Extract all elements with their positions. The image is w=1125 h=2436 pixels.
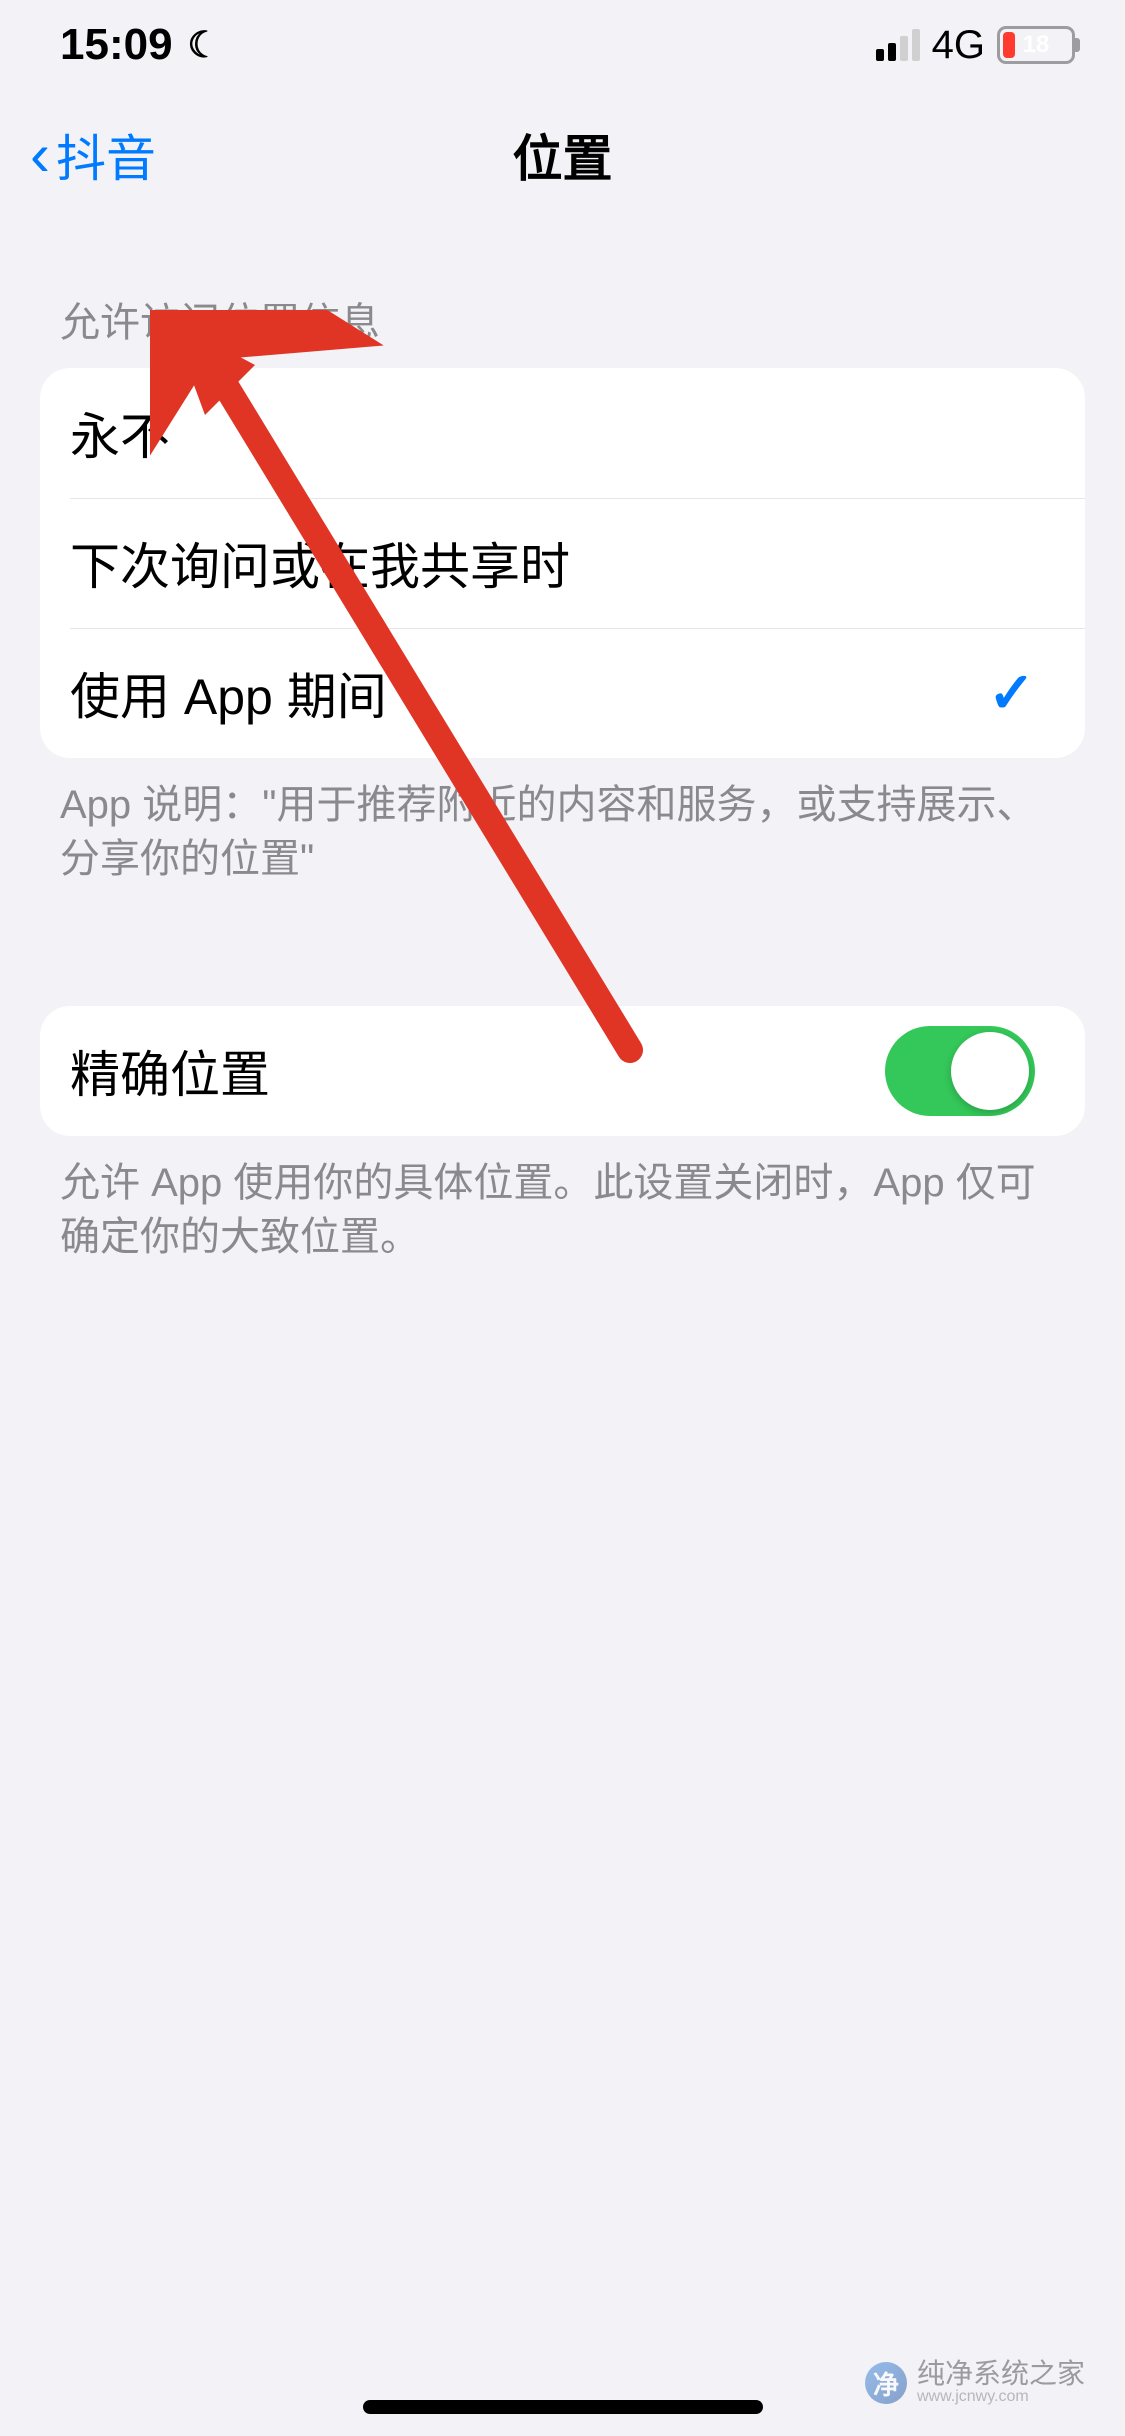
watermark-text: 纯净系统之家 bbox=[917, 2360, 1085, 2388]
status-right: 4G 18 bbox=[876, 23, 1075, 68]
precise-location-toggle[interactable] bbox=[885, 1026, 1035, 1116]
do-not-disturb-icon: ☾ bbox=[188, 24, 220, 66]
option-label: 永不 bbox=[70, 397, 170, 469]
section-header-allow-access: 允许访问位置信息 bbox=[0, 250, 1125, 368]
nav-bar: ‹ 抖音 位置 bbox=[0, 90, 1125, 220]
status-left: 15:09 ☾ bbox=[60, 20, 220, 70]
watermark-url: www.jcnwy.com bbox=[917, 2388, 1085, 2406]
status-time: 15:09 bbox=[60, 20, 173, 70]
status-bar: 15:09 ☾ 4G 18 bbox=[0, 0, 1125, 90]
precise-location-row[interactable]: 精确位置 bbox=[40, 1006, 1085, 1136]
option-label: 下次询问或在我共享时 bbox=[70, 527, 570, 599]
watermark: 净 纯净系统之家 www.jcnwy.com bbox=[865, 2360, 1085, 2406]
precise-location-group: 精确位置 bbox=[40, 1006, 1085, 1136]
battery-percent: 18 bbox=[1000, 31, 1072, 59]
option-never[interactable]: 永不 bbox=[40, 368, 1085, 498]
location-options-group: 永不 下次询问或在我共享时 使用 App 期间 ✓ bbox=[40, 368, 1085, 758]
toggle-knob bbox=[951, 1032, 1029, 1110]
precise-location-label: 精确位置 bbox=[70, 1035, 270, 1107]
section-footer-app-explanation: App 说明："用于推荐附近的内容和服务，或支持展示、分享你的位置" bbox=[0, 758, 1125, 916]
back-button[interactable]: ‹ 抖音 bbox=[30, 119, 156, 191]
home-indicator[interactable] bbox=[363, 2400, 763, 2414]
page-title: 位置 bbox=[0, 119, 1125, 191]
option-label: 使用 App 期间 bbox=[70, 657, 387, 729]
chevron-left-icon: ‹ bbox=[30, 125, 50, 185]
watermark-logo-icon: 净 bbox=[865, 2362, 907, 2404]
checkmark-icon: ✓ bbox=[988, 660, 1035, 726]
network-type: 4G bbox=[932, 23, 985, 68]
section-footer-precise: 允许 App 使用你的具体位置。此设置关闭时，App 仅可确定你的大致位置。 bbox=[0, 1136, 1125, 1294]
signal-icon bbox=[876, 29, 920, 61]
back-label: 抖音 bbox=[56, 119, 156, 191]
option-while-using[interactable]: 使用 App 期间 ✓ bbox=[40, 628, 1085, 758]
option-ask-next-time[interactable]: 下次询问或在我共享时 bbox=[40, 498, 1085, 628]
battery-icon: 18 bbox=[997, 26, 1075, 64]
